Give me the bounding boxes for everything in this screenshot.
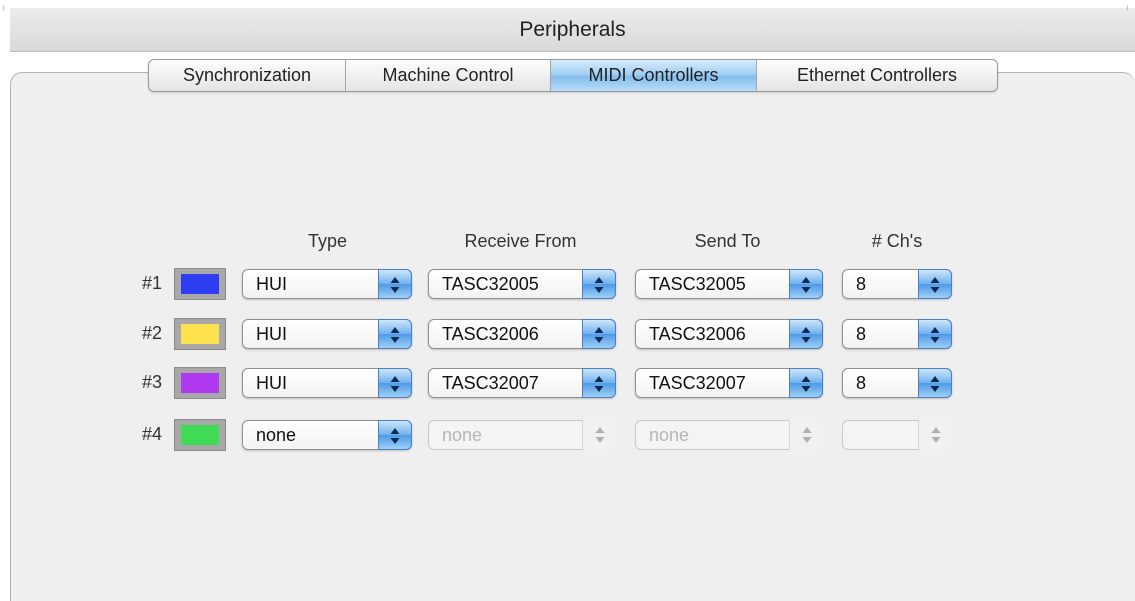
column-header-channels: # Ch's (871, 231, 923, 251)
type-select-value: none (256, 425, 297, 445)
window-corner-mark-left: ⁝ (2, 4, 5, 13)
window-title: Peripherals (519, 18, 626, 41)
send-to-select-value: TASC32007 (649, 373, 746, 393)
tab-synchronization[interactable]: Synchronization (149, 60, 346, 91)
channels-select[interactable]: 8 (842, 269, 952, 299)
send-to-select[interactable]: TASC32005 (635, 269, 823, 299)
channels-select (842, 420, 952, 450)
send-to-select: none (635, 420, 823, 450)
receive-from-select-value: none (442, 425, 483, 445)
receive-from-select[interactable]: TASC32007 (428, 368, 616, 398)
send-to-select[interactable]: TASC32006 (635, 319, 823, 349)
controller-row-label: #1 (141, 273, 162, 293)
color-fill (181, 425, 219, 445)
send-to-select-value: none (649, 425, 690, 445)
channels-select[interactable]: 8 (842, 368, 952, 398)
tab-midi-controllers[interactable]: MIDI Controllers (551, 60, 757, 91)
color-fill (181, 373, 219, 393)
controller-color-swatch[interactable] (174, 419, 226, 451)
channels-select-value: 8 (856, 324, 867, 344)
tab-machine-control[interactable]: Machine Control (346, 60, 551, 91)
popup-arrows-icon (789, 420, 823, 450)
popup-arrows-icon (378, 269, 412, 299)
popup-arrows-icon (378, 319, 412, 349)
popup-arrows-icon (918, 420, 952, 450)
tab-bar: Synchronization Machine Control MIDI Con… (148, 59, 998, 92)
type-select[interactable]: none (242, 420, 412, 450)
popup-arrows-icon (378, 368, 412, 398)
popup-arrows-icon (918, 269, 952, 299)
window-corner-mark-right: ⁝ (1126, 4, 1129, 13)
popup-arrows-icon (582, 368, 616, 398)
type-select[interactable]: HUI (242, 368, 412, 398)
popup-arrows-icon (918, 368, 952, 398)
controller-color-swatch[interactable] (174, 268, 226, 300)
controller-color-swatch[interactable] (174, 318, 226, 350)
color-fill (181, 324, 219, 344)
tab-ethernet-controllers[interactable]: Ethernet Controllers (757, 60, 997, 91)
popup-arrows-icon (789, 368, 823, 398)
receive-from-select-value: TASC32006 (442, 324, 539, 344)
channels-select-value: 8 (856, 274, 867, 294)
popup-arrows-icon (582, 420, 616, 450)
send-to-select[interactable]: TASC32007 (635, 368, 823, 398)
popup-arrows-icon (789, 319, 823, 349)
column-header-send-to: Send To (694, 231, 761, 251)
receive-from-select[interactable]: TASC32005 (428, 269, 616, 299)
receive-from-select: none (428, 420, 616, 450)
send-to-select-value: TASC32006 (649, 324, 746, 344)
color-fill (181, 274, 219, 294)
type-select-value: HUI (256, 274, 287, 294)
window-titlebar: Peripherals (10, 8, 1135, 52)
controller-row-label: #3 (141, 372, 162, 392)
receive-from-select[interactable]: TASC32006 (428, 319, 616, 349)
popup-arrows-icon (918, 319, 952, 349)
popup-arrows-icon (789, 269, 823, 299)
type-select[interactable]: HUI (242, 269, 412, 299)
popup-arrows-icon (378, 420, 412, 450)
controller-row-label: #4 (141, 424, 162, 444)
type-select-value: HUI (256, 324, 287, 344)
column-header-type: Type (307, 231, 348, 251)
type-select[interactable]: HUI (242, 319, 412, 349)
receive-from-select-value: TASC32007 (442, 373, 539, 393)
popup-arrows-icon (582, 269, 616, 299)
controller-color-swatch[interactable] (174, 367, 226, 399)
controller-row-label: #2 (141, 323, 162, 343)
column-header-receive-from: Receive From (464, 231, 577, 251)
popup-arrows-icon (582, 319, 616, 349)
receive-from-select-value: TASC32005 (442, 274, 539, 294)
send-to-select-value: TASC32005 (649, 274, 746, 294)
channels-select[interactable]: 8 (842, 319, 952, 349)
channels-select-value: 8 (856, 373, 867, 393)
type-select-value: HUI (256, 373, 287, 393)
